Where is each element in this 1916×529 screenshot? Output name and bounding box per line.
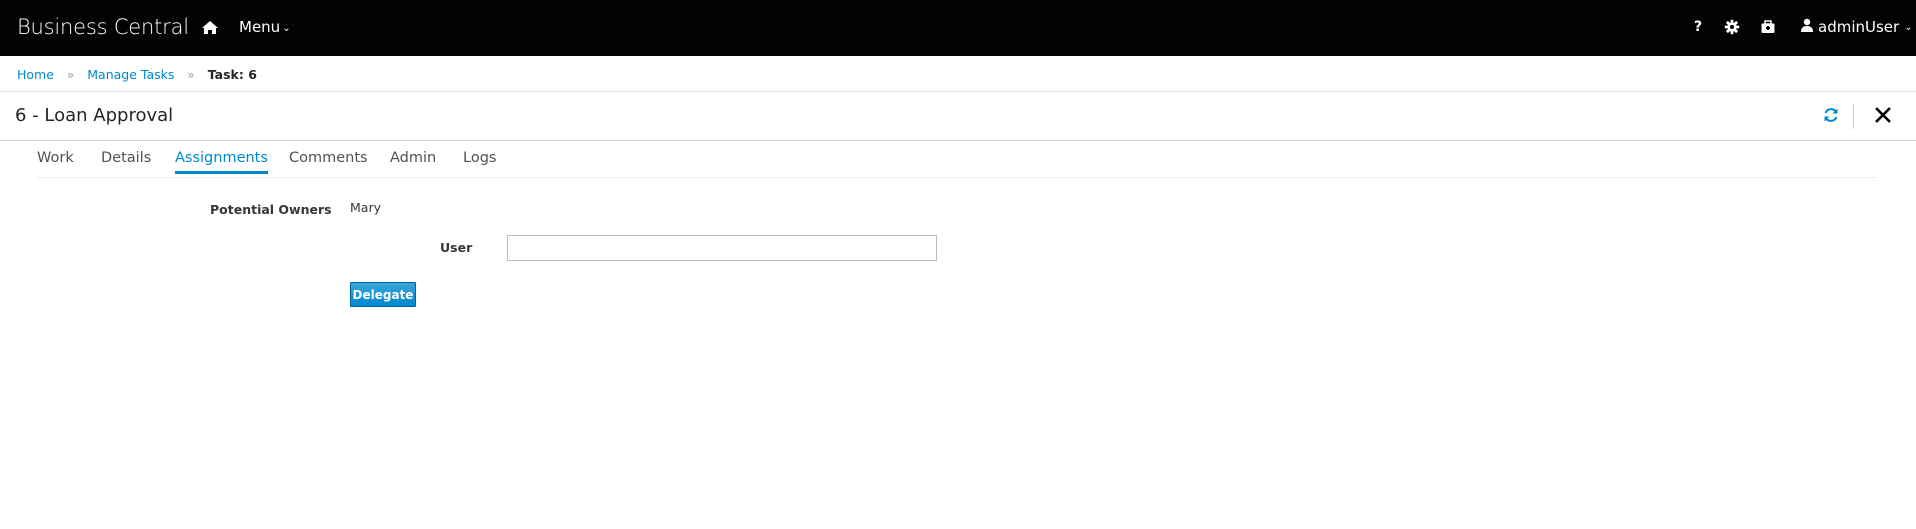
user-name: adminUser: [1818, 18, 1900, 36]
user-menu[interactable]: adminUser ⌄: [1800, 18, 1913, 36]
delegate-button[interactable]: Delegate: [350, 282, 416, 307]
task-tabs: Work Details Assignments Comments Admin …: [37, 141, 1877, 178]
breadcrumb-bar: Home » Manage Tasks » Task: 6: [0, 56, 1916, 92]
title-divider: [1853, 104, 1854, 129]
briefcase-icon[interactable]: [1759, 16, 1777, 38]
potential-owners-label: Potential Owners: [210, 202, 332, 217]
user-label: User: [440, 240, 473, 255]
potential-owners-value: Mary: [350, 200, 381, 215]
breadcrumb-separator: »: [66, 67, 75, 82]
menu-label: Menu: [239, 18, 281, 36]
close-icon[interactable]: [1873, 105, 1893, 125]
user-input[interactable]: [507, 235, 937, 261]
chevron-down-icon: ⌄: [282, 23, 291, 34]
refresh-icon[interactable]: [1822, 106, 1840, 124]
gear-icon[interactable]: [1723, 16, 1741, 38]
user-icon: [1800, 18, 1814, 36]
tab-admin[interactable]: Admin: [390, 150, 436, 174]
home-icon[interactable]: [200, 18, 220, 38]
tab-details[interactable]: Details: [101, 150, 151, 174]
breadcrumb: Home » Manage Tasks » Task: 6: [17, 67, 257, 82]
tab-comments[interactable]: Comments: [289, 150, 368, 174]
tab-logs[interactable]: Logs: [463, 150, 496, 174]
breadcrumb-separator: »: [187, 67, 195, 82]
brand-title[interactable]: Business Central: [17, 15, 189, 39]
help-icon[interactable]: ?: [1691, 16, 1705, 38]
tab-assignments[interactable]: Assignments: [175, 150, 268, 174]
breadcrumb-home[interactable]: Home: [17, 67, 54, 82]
breadcrumb-current: Task: 6: [207, 67, 257, 82]
tab-work[interactable]: Work: [37, 150, 74, 174]
page-title: 6 - Loan Approval: [15, 105, 174, 126]
top-navbar: Business Central Menu ⌄ ? adminUser ⌄: [0, 0, 1916, 56]
chevron-down-icon: ⌄: [1904, 21, 1913, 33]
title-bar: 6 - Loan Approval: [0, 92, 1916, 141]
breadcrumb-manage-tasks[interactable]: Manage Tasks: [87, 67, 174, 82]
menu-dropdown[interactable]: Menu ⌄: [239, 18, 291, 36]
